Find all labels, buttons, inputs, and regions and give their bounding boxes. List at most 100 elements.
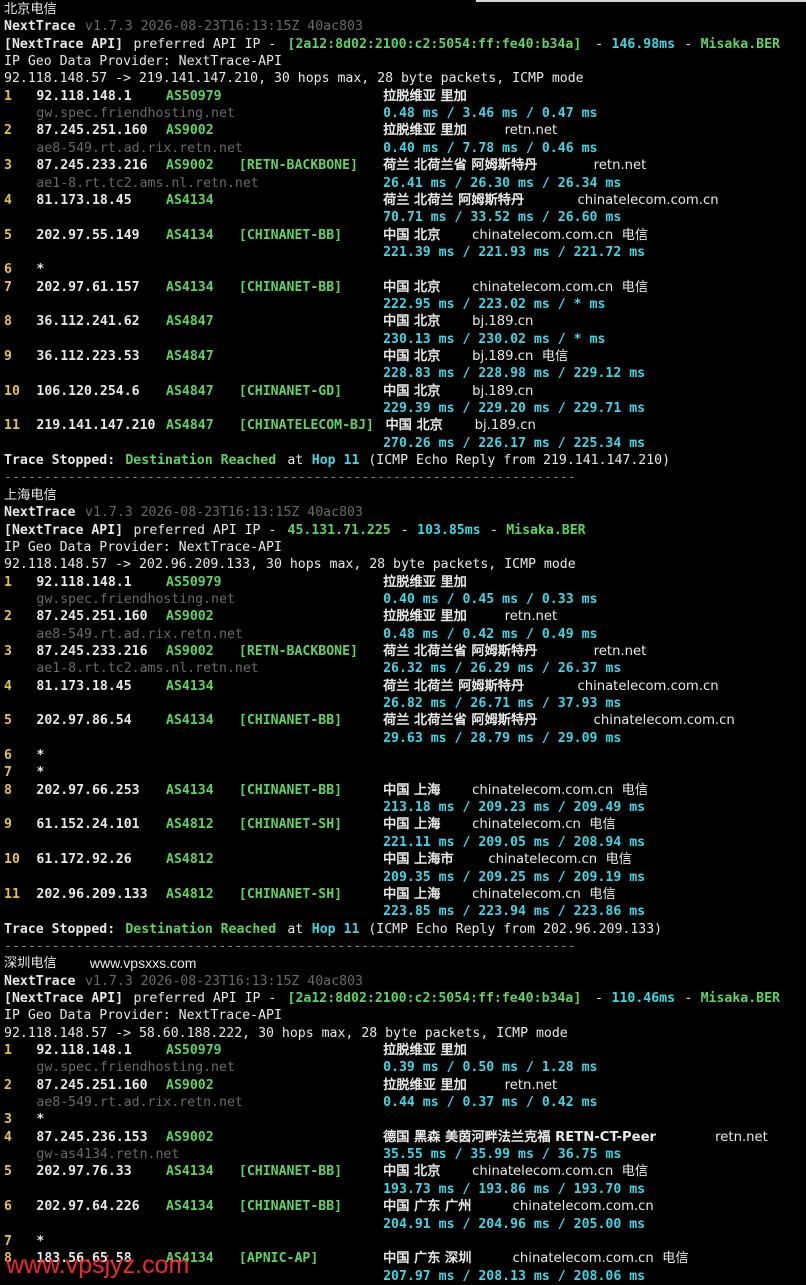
hop-tag: [CHINANET-BB] [238, 782, 343, 798]
hop-rtt: 0.40 ms / 7.78 ms / 0.46 ms [383, 140, 598, 156]
hop-tag: [CHINANET-BB] [238, 1199, 343, 1215]
hop-number: 7 [4, 279, 12, 295]
app-version: v1.7.3 2026-08-23T16:13:15Z 40ac803 [85, 505, 363, 521]
hop-tag: [CHINANET-BB] [238, 227, 343, 243]
hop-rtt: 213.18 ms / 209.23 ms / 209.49 ms [383, 800, 646, 816]
api-dash: - [392, 522, 417, 538]
hop-geo: 德国 黑森 美茵河畔法兰克福 RETN-CT-Peer [383, 1129, 657, 1145]
hop-geo: 中国 广东 广州 [383, 1199, 472, 1215]
hop-ip: 87.245.233.216 [36, 643, 148, 659]
api-node: Misaka.BER [700, 36, 780, 52]
hop-geo: 荷兰 北荷兰 阿姆斯特丹 [383, 192, 525, 208]
hop-timeout: * [36, 765, 45, 781]
hop-ip: 202.97.55.149 [36, 227, 140, 243]
hop-rtt: 270.26 ms / 226.17 ms / 225.34 ms [383, 435, 646, 451]
hop-number: 5 [4, 227, 12, 243]
destination-reached: Destination Reached [117, 921, 277, 937]
hop-isp: chinatelecom.cn 电信 [472, 886, 616, 902]
api-text: preferred API IP - [125, 36, 285, 52]
trace-stopped-label: Trace Stopped: [4, 921, 116, 937]
hop-ip: 202.97.86.54 [36, 713, 132, 729]
hop-timeout: * [36, 1233, 45, 1249]
hop-rtt: 207.97 ms / 208.13 ms / 208.06 ms [383, 1268, 646, 1284]
hop-rtt: 70.71 ms / 33.52 ms / 26.60 ms [383, 210, 622, 226]
section-title-text: 北京电信 [4, 2, 57, 17]
hop-number: 9 [4, 817, 12, 833]
separator-text: ----------------------------------------… [4, 470, 576, 486]
trace-hop: Hop 11 [311, 453, 360, 469]
api-prefix: [NextTrace API] [4, 990, 124, 1006]
hop-asn: AS4134 [166, 678, 214, 694]
hop-rtt: 221.11 ms / 209.05 ms / 208.94 ms [383, 834, 646, 850]
hop-rtt: 228.83 ms / 228.98 ms / 229.12 ms [383, 366, 646, 382]
hop-isp: chinatelecom.com.cn 电信 [512, 1251, 689, 1267]
hop-isp: chinatelecom.com.cn 电信 [472, 227, 649, 243]
destination-reached: Destination Reached [117, 453, 277, 469]
hop-number: 6 [4, 1199, 12, 1215]
hop-isp: bj.189.cn [474, 418, 536, 434]
trace-header-text: 92.118.148.57 -> 202.96.209.133, 30 hops… [4, 557, 576, 573]
hop-tag: [CHINANET-GD] [238, 383, 343, 399]
hop-isp: chinatelecom.com.cn [577, 678, 719, 694]
terminal-output: 北京电信 NextTrace v1.7.3 2026-08-23T16:13:15Z… [0, 0, 806, 1284]
watermark-url: www.vpsxxs.com [89, 955, 197, 972]
hop-ip: 87.245.251.160 [36, 609, 148, 625]
api-node: Misaka.BER [700, 990, 780, 1006]
hop-geo: 拉脱维亚 里加 [383, 88, 467, 104]
trace-stopped-label: Trace Stopped: [4, 453, 116, 469]
hop-tag: [CHINANET-BB] [238, 713, 343, 729]
hop-tag: [CHINANET-SH] [238, 817, 343, 833]
hop-rtt: 26.82 ms / 26.71 ms / 37.93 ms [383, 696, 622, 711]
section-title-text: 上海电信 [4, 487, 57, 503]
app-name: NextTrace [4, 505, 76, 521]
separator-text: ----------------------------------------… [4, 938, 576, 954]
hop-number: 8 [4, 782, 12, 798]
hop-number: 2 [4, 609, 12, 625]
hop-hostname: ae1-8.rt.tc2.ams.nl.retn.net [36, 175, 259, 191]
hop-rtt: 209.35 ms / 209.25 ms / 209.19 ms [383, 869, 646, 885]
hop-number: 7 [4, 1233, 12, 1249]
hop-ip: 87.245.236.153 [36, 1129, 148, 1145]
hop-geo: 中国 广东 深圳 [383, 1251, 472, 1267]
hop-tag: [RETN-BACKBONE] [238, 158, 358, 174]
hop-asn: AS4134 [166, 227, 214, 243]
hop-geo: 中国 北京 [383, 383, 441, 399]
hop-number: 3 [4, 643, 12, 659]
hop-rtt: 0.48 ms / 0.42 ms / 0.49 ms [383, 626, 598, 642]
hop-ip: 92.118.148.1 [36, 1043, 132, 1058]
hop-rtt: 204.91 ms / 204.96 ms / 205.00 ms [383, 1216, 646, 1232]
hop-isp: chinatelecom.cn 电信 [472, 817, 616, 833]
hop-rtt: 221.39 ms / 221.93 ms / 221.72 ms [383, 244, 646, 260]
hop-ip: 202.97.76.33 [36, 1164, 132, 1180]
api-dash: - [587, 990, 612, 1006]
hop-number: 4 [4, 1129, 12, 1145]
hop-ip: 202.97.61.157 [36, 279, 140, 295]
api-latency: 146.98ms [611, 36, 676, 52]
hop-ip: 92.118.148.1 [36, 574, 132, 590]
hop-geo: 中国 上海 [383, 886, 441, 902]
api-ip: 45.131.71.225 [287, 522, 391, 538]
hop-geo: 拉脱维亚 里加 [383, 1043, 467, 1058]
hop-number: 5 [4, 713, 12, 729]
hop-geo: 中国 北京 [383, 349, 441, 364]
hop-isp: bj.189.cn 电信 [472, 349, 569, 364]
hop-number: 6 [4, 262, 12, 278]
hop-number: 1 [4, 1043, 12, 1058]
hop-isp: retn.net [715, 1129, 768, 1145]
hop-hostname: gw.spec.friendhosting.net [36, 106, 235, 122]
hop-number: 6 [4, 748, 12, 764]
hop-ip: 36.112.223.53 [36, 349, 140, 364]
hop-ip: 219.141.147.210 [36, 418, 156, 434]
hop-number: 5 [4, 1164, 12, 1180]
hop-asn: AS4134 [166, 782, 214, 798]
hop-geo: 荷兰 北荷兰省 阿姆斯特丹 [383, 158, 538, 174]
hop-ip: 92.118.148.1 [36, 88, 132, 104]
hop-number: 4 [4, 192, 12, 208]
hop-isp: bj.189.cn [472, 314, 534, 330]
hop-number: 2 [4, 1077, 12, 1093]
trace-reply: (ICMP Echo Reply from 202.96.209.133) [360, 921, 663, 937]
hop-ip: 81.173.18.45 [36, 678, 132, 694]
hop-isp: chinatelecom.com.cn 电信 [472, 1164, 649, 1180]
hop-isp: chinatelecom.com.cn 电信 [472, 782, 649, 798]
hop-ip: 106.120.254.6 [36, 383, 140, 399]
